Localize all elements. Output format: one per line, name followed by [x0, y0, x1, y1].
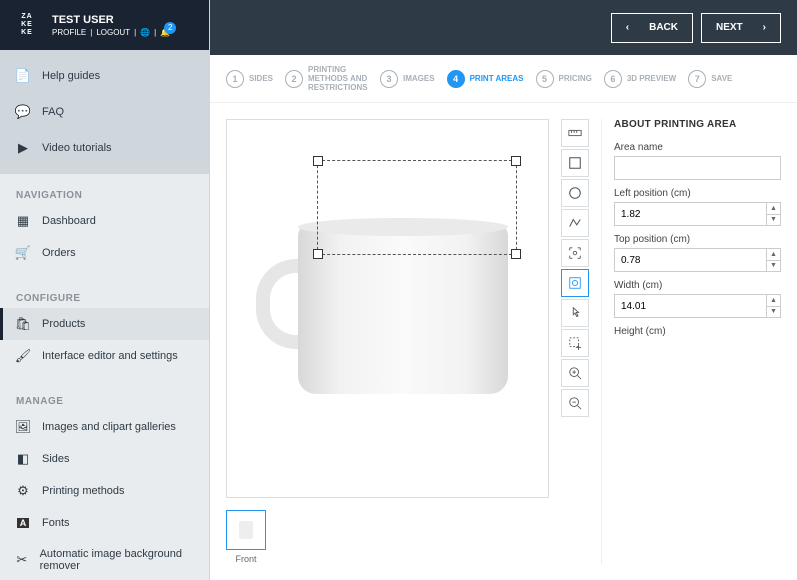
print-area-selection[interactable]: [317, 160, 517, 255]
question-icon: 💬: [16, 105, 30, 119]
tool-focus[interactable]: [561, 239, 589, 267]
menu-orders[interactable]: 🛒 Orders: [0, 237, 209, 269]
sidebar-header: ZA KE KE TEST USER PROFILE | LOGOUT | 🌐 …: [0, 0, 209, 50]
width-input[interactable]: [614, 294, 781, 318]
menu-item-label: Images and clipart galleries: [42, 421, 176, 433]
resize-handle-br[interactable]: [511, 249, 521, 259]
top-label: Top position (cm): [614, 234, 781, 245]
image-icon: 🖼: [16, 420, 30, 434]
menu-bg-remover[interactable]: ✂ Automatic image background remover: [0, 539, 209, 580]
menu-item-label: Interface editor and settings: [42, 350, 178, 362]
spin-down[interactable]: ▼: [766, 307, 780, 318]
logout-link[interactable]: LOGOUT: [96, 28, 130, 37]
spin-up[interactable]: ▲: [766, 249, 780, 261]
width-label: Width (cm): [614, 280, 781, 291]
tool-target[interactable]: [561, 269, 589, 297]
paint-icon: 🖌: [16, 349, 30, 363]
menu-help-guides[interactable]: 📄 Help guides: [0, 58, 209, 94]
area-name-input[interactable]: [614, 156, 781, 180]
sides-icon: ◧: [16, 452, 30, 466]
menu-item-label: Printing methods: [42, 485, 125, 497]
chevron-left-icon: ‹: [626, 22, 629, 33]
area-name-label: Area name: [614, 142, 781, 153]
menu-products[interactable]: 🛍 Products: [0, 308, 209, 340]
step-images[interactable]: 3IMAGES: [380, 70, 435, 88]
menu-item-label: Help guides: [42, 70, 100, 82]
menu-item-label: Dashboard: [42, 215, 96, 227]
tool-add-box[interactable]: [561, 329, 589, 357]
properties-panel: ABOUT PRINTING AREA Area name Left posit…: [601, 119, 781, 564]
panel-title: ABOUT PRINTING AREA: [614, 119, 781, 130]
step-sides[interactable]: 1SIDES: [226, 70, 273, 88]
side-thumb-front[interactable]: Front: [226, 510, 266, 564]
left-input[interactable]: [614, 202, 781, 226]
notification-icon[interactable]: 🔔2: [160, 28, 170, 37]
video-icon: ▶: [16, 141, 30, 155]
menu-item-label: Video tutorials: [42, 142, 112, 154]
spin-up[interactable]: ▲: [766, 295, 780, 307]
back-button[interactable]: ‹ BACK: [611, 13, 693, 43]
notification-badge: 2: [164, 22, 176, 34]
sidebar: ZA KE KE TEST USER PROFILE | LOGOUT | 🌐 …: [0, 0, 210, 580]
topbar: ‹ BACK NEXT ›: [210, 0, 797, 55]
menu-faq[interactable]: 💬 FAQ: [0, 94, 209, 130]
dashboard-icon: ▦: [16, 214, 30, 228]
user-name: TEST USER: [52, 14, 197, 26]
menu-item-label: Automatic image background remover: [40, 548, 193, 572]
height-label: Height (cm): [614, 326, 781, 337]
section-heading: MANAGE: [0, 388, 209, 411]
tool-polyline[interactable]: [561, 209, 589, 237]
tool-rectangle[interactable]: [561, 149, 589, 177]
menu-item-label: Sides: [42, 453, 70, 465]
resize-handle-bl[interactable]: [313, 249, 323, 259]
spin-down[interactable]: ▼: [766, 261, 780, 272]
section-heading: CONFIGURE: [0, 285, 209, 308]
step-print-areas[interactable]: 4PRINT AREAS: [447, 70, 524, 88]
left-label: Left position (cm): [614, 188, 781, 199]
step-printing-methods[interactable]: 2PRINTING METHODS AND RESTRICTIONS: [285, 65, 368, 92]
next-button[interactable]: NEXT ›: [701, 13, 781, 43]
tool-pointer[interactable]: [561, 299, 589, 327]
menu-printing-methods[interactable]: ⚙ Printing methods: [0, 475, 209, 507]
tool-zoom-out[interactable]: [561, 389, 589, 417]
menu-item-label: Fonts: [42, 517, 70, 529]
logo: ZA KE KE: [12, 10, 42, 40]
shape-toolbar: [561, 119, 589, 564]
font-icon: A: [16, 516, 30, 530]
menu-dashboard[interactable]: ▦ Dashboard: [0, 205, 209, 237]
chevron-right-icon: ›: [763, 22, 766, 33]
spin-up[interactable]: ▲: [766, 203, 780, 215]
menu-fonts[interactable]: A Fonts: [0, 507, 209, 539]
step-3d-preview[interactable]: 63D PREVIEW: [604, 70, 676, 88]
bg-remove-icon: ✂: [16, 553, 28, 567]
help-menu: 📄 Help guides 💬 FAQ ▶ Video tutorials: [0, 50, 209, 174]
spin-down[interactable]: ▼: [766, 215, 780, 226]
file-icon: 📄: [16, 69, 30, 83]
step-pricing[interactable]: 5PRICING: [536, 70, 592, 88]
canvas[interactable]: [226, 119, 549, 498]
main: ‹ BACK NEXT › 1SIDES 2PRINTING METHODS A…: [210, 0, 797, 580]
menu-item-label: Orders: [42, 247, 76, 259]
gear-icon: ⚙: [16, 484, 30, 498]
menu-interface-editor[interactable]: 🖌 Interface editor and settings: [0, 340, 209, 372]
resize-handle-tl[interactable]: [313, 156, 323, 166]
menu-images[interactable]: 🖼 Images and clipart galleries: [0, 411, 209, 443]
menu-item-label: Products: [42, 318, 85, 330]
menu-video-tutorials[interactable]: ▶ Video tutorials: [0, 130, 209, 166]
basket-icon: 🛍: [16, 317, 30, 331]
cart-icon: 🛒: [16, 246, 30, 260]
step-save[interactable]: 7SAVE: [688, 70, 732, 88]
menu-sides[interactable]: ◧ Sides: [0, 443, 209, 475]
tool-ruler[interactable]: [561, 119, 589, 147]
globe-icon[interactable]: 🌐: [140, 28, 150, 37]
tool-zoom-in[interactable]: [561, 359, 589, 387]
top-input[interactable]: [614, 248, 781, 272]
resize-handle-tr[interactable]: [511, 156, 521, 166]
tool-circle[interactable]: [561, 179, 589, 207]
section-heading: NAVIGATION: [0, 182, 209, 205]
profile-link[interactable]: PROFILE: [52, 28, 86, 37]
steps-bar: 1SIDES 2PRINTING METHODS AND RESTRICTION…: [210, 55, 797, 103]
menu-item-label: FAQ: [42, 106, 64, 118]
